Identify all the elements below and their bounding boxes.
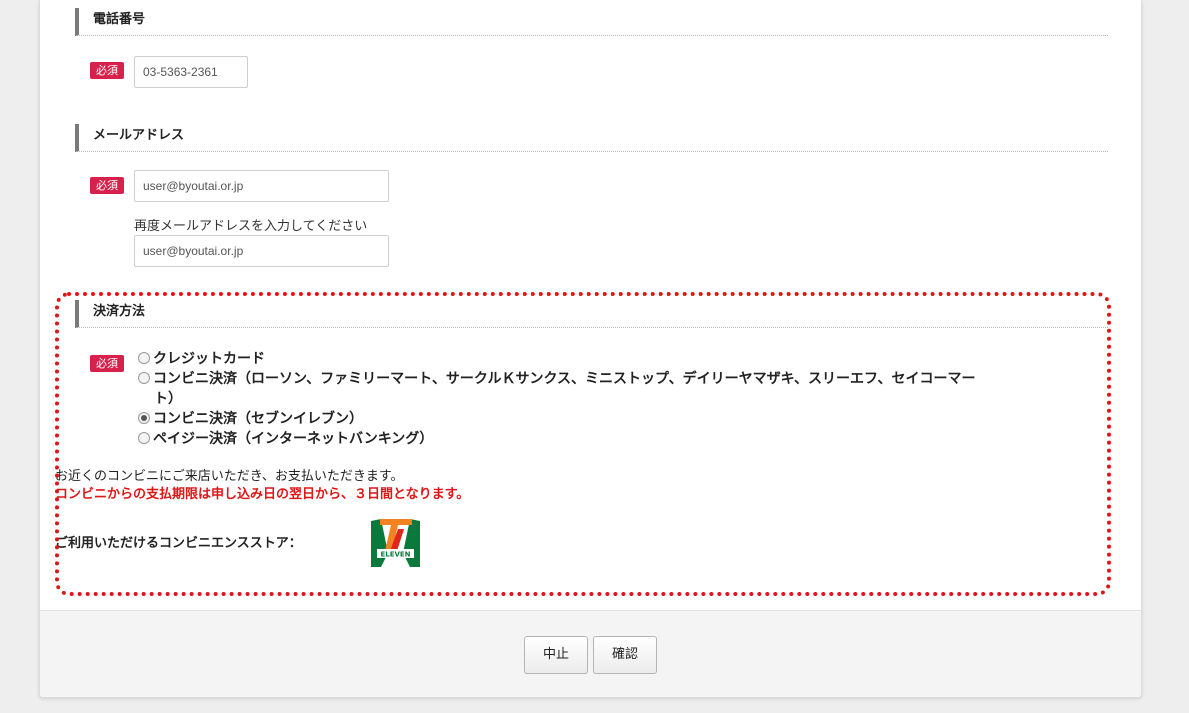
email-confirm-input[interactable]: user@byoutai.or.jp <box>134 235 389 267</box>
required-badge: 必須 <box>90 62 124 79</box>
payment-highlight-frame <box>55 292 1111 596</box>
phone-section-title: 電話番号 <box>75 8 1108 36</box>
confirm-button[interactable]: 確認 <box>593 636 657 674</box>
required-badge: 必須 <box>90 177 124 194</box>
email-input[interactable]: user@byoutai.or.jp <box>134 170 389 202</box>
cancel-button[interactable]: 中止 <box>524 636 588 674</box>
phone-input[interactable]: 03-5363-2361 <box>134 56 248 88</box>
email-confirm-hint: 再度メールアドレスを入力してください <box>134 219 368 234</box>
email-section-title: メールアドレス <box>75 124 1108 152</box>
form-footer: 中止 確認 <box>40 610 1141 697</box>
